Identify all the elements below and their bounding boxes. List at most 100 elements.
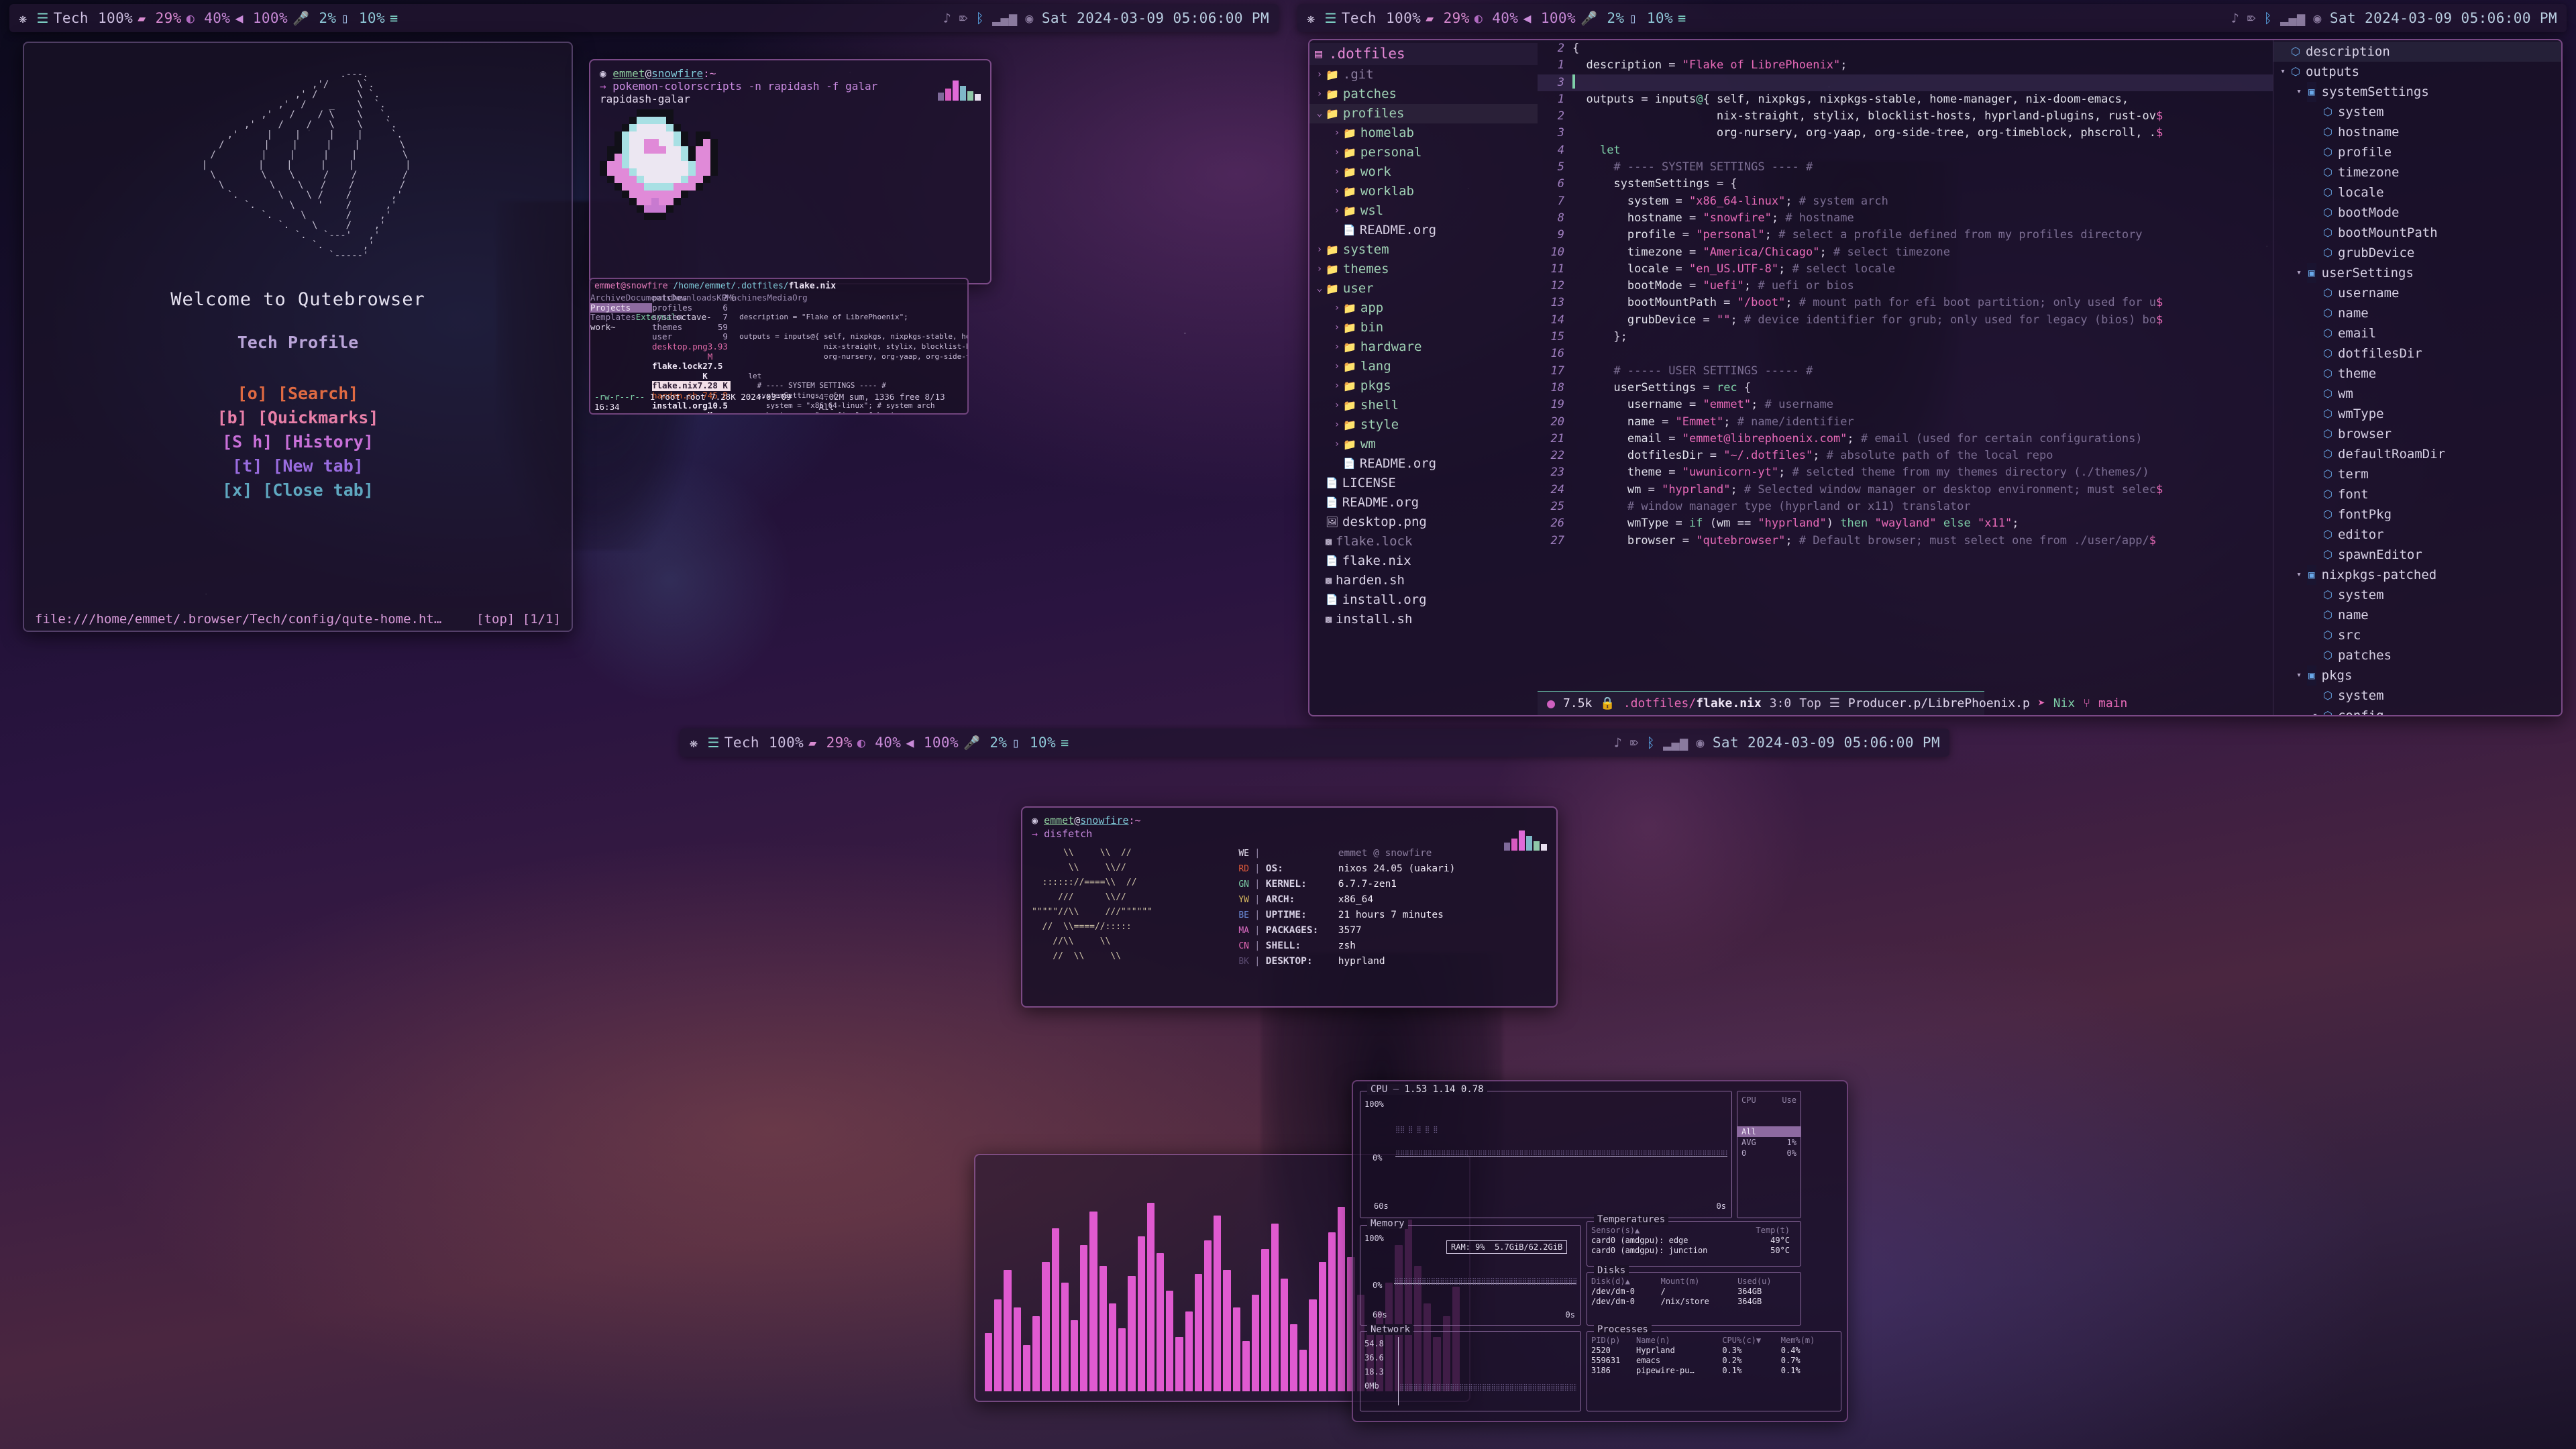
treemacs-row[interactable]: › 📁 homelab <box>1309 123 1538 143</box>
outline-row[interactable]: ⬡ font <box>2273 484 2561 504</box>
code-line[interactable]: 12 bootMode = "uefi"; # uefi or bios <box>1538 278 2273 294</box>
network-icon[interactable]: ▂▄▆ <box>1663 736 1688 749</box>
treemacs-row[interactable]: › 📁 hardware <box>1309 337 1538 357</box>
outline-row[interactable]: ⬡ timezone <box>2273 162 2561 182</box>
qutebrowser-window[interactable]: .---. ,'/ \`. ,' / \ `. ,' / _ \ `. ,' /… <box>23 42 573 632</box>
music-icon[interactable]: ♪ <box>2231 11 2239 25</box>
btop-temp-row[interactable]: card0 (amdgpu): edge 49°C <box>1591 1236 1792 1246</box>
outline-row[interactable]: ⬡ src <box>2273 625 2561 645</box>
qute-shortcut[interactable]: [t] [New tab] <box>217 454 379 478</box>
ranger-window[interactable]: emmet@snowfire /home/emmet/.dotfiles/fla… <box>589 278 969 415</box>
waybar-left[interactable]: ❋ ☰ Tech 100% ▰ 29% ◐ 40% ◀ 100% 🎤 2% ▯ 10% ≡ ♪… <box>9 4 1279 32</box>
network-icon[interactable]: ▂▄▆ <box>992 11 1017 25</box>
treemacs-row[interactable]: › 📁 bin <box>1309 318 1538 337</box>
outline-row[interactable]: ▾ ▣ systemSettings <box>2273 82 2561 102</box>
code-line[interactable]: 11 locale = "en_US.UTF-8"; # select loca… <box>1538 261 2273 278</box>
treemacs-row[interactable]: › 📁 app <box>1309 299 1538 318</box>
btop-disks-panel[interactable]: Disks Disk(d)▲ Mount(m) Used(u) /dev/dm-0/… <box>1587 1265 1801 1326</box>
btop-disk-row[interactable]: /dev/dm-0 / 364GB <box>1591 1287 1792 1297</box>
chevron-icon[interactable]: › <box>1331 201 1343 221</box>
treemacs-row[interactable]: 📄 README.org <box>1309 454 1538 474</box>
code-line[interactable]: 18 userSettings = rec { <box>1538 380 2273 396</box>
code-line[interactable]: 27 browser = "qutebrowser"; # Default br… <box>1538 533 2273 549</box>
chevron-icon[interactable]: ▾ <box>2276 62 2290 82</box>
chevron-icon[interactable]: › <box>1313 240 1326 260</box>
ranger-parent-item[interactable]: Templates <box>590 312 636 322</box>
treemacs-row[interactable]: ⌄ 📁 user <box>1309 279 1538 299</box>
code-line[interactable]: 13 bootMountPath = "/boot"; # mount path… <box>1538 294 2273 311</box>
treemacs-row[interactable]: › 📁 themes <box>1309 260 1538 279</box>
treemacs-row[interactable]: 🖼 desktop.png <box>1309 513 1538 532</box>
clock[interactable]: Sat 2024-03-09 05:06:00 PM <box>1042 10 1269 26</box>
hamburger-icon[interactable]: ≡ <box>1061 736 1069 749</box>
treemacs-row[interactable]: ▩ harden.sh <box>1309 571 1538 590</box>
hamburger-icon[interactable]: ≡ <box>390 11 398 25</box>
code-line[interactable]: 6 systemSettings = { <box>1538 176 2273 193</box>
chevron-icon[interactable]: › <box>1331 123 1343 143</box>
outline-row[interactable]: ⬡ username <box>2273 283 2561 303</box>
outline-row[interactable]: ⬡ locale <box>2273 182 2561 203</box>
code-line[interactable]: 4 let <box>1538 142 2273 159</box>
outline-row[interactable]: ⬡ term <box>2273 464 2561 484</box>
chevron-icon[interactable]: ▾ <box>2292 263 2306 283</box>
nix-snowflake-icon[interactable]: ❋ <box>19 11 27 25</box>
chevron-icon[interactable]: ▾ <box>2308 706 2322 715</box>
music-icon[interactable]: ♪ <box>1614 736 1622 749</box>
outline-row[interactable]: ⬡ hostname <box>2273 122 2561 142</box>
emacs-treemacs-sidebar[interactable]: ▤ .dotfiles › 📁 .git › 📁 patches ⌄ 📁 profiles › 📁 h… <box>1309 40 1538 715</box>
screenshare-off-icon[interactable]: ⌦ <box>1630 736 1638 749</box>
ranger-file-row[interactable]: patches 2 <box>652 292 731 303</box>
treemacs-row[interactable]: › 📁 worklab <box>1309 182 1538 201</box>
btop-cpu-legend-row[interactable]: AVG 1% <box>1737 1137 1801 1148</box>
btop-process-row[interactable]: 2520 Hyprland 0.3% 0.4% <box>1591 1346 1833 1356</box>
outline-row[interactable]: ⬡ wm <box>2273 384 2561 404</box>
nix-snowflake-icon[interactable]: ❋ <box>690 736 698 749</box>
treemacs-project-header[interactable]: ▤ .dotfiles <box>1309 43 1538 65</box>
code-line[interactable]: 25 # window manager type (hyprland or x1… <box>1538 498 2273 515</box>
outline-row[interactable]: ⬡ name <box>2273 605 2561 625</box>
chevron-icon[interactable]: ▾ <box>2292 82 2306 102</box>
code-line[interactable]: 14 grubDevice = ""; # device identifier … <box>1538 312 2273 329</box>
chevron-icon[interactable]: › <box>1331 357 1343 376</box>
chevron-icon[interactable]: ▾ <box>2292 665 2306 686</box>
treemacs-row[interactable]: › 📁 work <box>1309 162 1538 182</box>
chevron-icon[interactable]: › <box>1331 299 1343 318</box>
screenshare-off-icon[interactable]: ⌦ <box>2247 11 2255 25</box>
treemacs-row[interactable]: › 📁 personal <box>1309 143 1538 162</box>
outline-row[interactable]: ⬡ description <box>2273 42 2561 62</box>
outline-row[interactable]: ▾ ▣ nixpkgs-patched <box>2273 565 2561 585</box>
treemacs-row[interactable]: ▩ flake.lock <box>1309 532 1538 551</box>
workspace-label[interactable]: Tech <box>724 735 759 751</box>
outline-row[interactable]: ⬡ editor <box>2273 525 2561 545</box>
ranger-parent-item[interactable]: Projects <box>590 303 652 313</box>
nix-snowflake-icon[interactable]: ❋ <box>1307 11 1315 25</box>
btop-cpu-legend-row[interactable]: 0 0% <box>1737 1148 1801 1159</box>
btop-cpu-panel[interactable]: CPU — 1.53 1.14 0.78 100% 0% ⣿⣿⣿⣿⣿⣿⣿⣿⣿⣿⣿… <box>1360 1084 1732 1218</box>
code-line[interactable]: 19 username = "emmet"; # username <box>1538 396 2273 413</box>
btop-window[interactable]: CPU — 1.53 1.14 0.78 100% 0% ⣿⣿⣿⣿⣿⣿⣿⣿⣿⣿⣿… <box>1352 1080 1848 1422</box>
clock[interactable]: Sat 2024-03-09 05:06:00 PM <box>2330 10 2557 26</box>
workspace-label[interactable]: Tech <box>1342 10 1377 26</box>
outline-row[interactable]: ⬡ system <box>2273 686 2561 706</box>
chevron-icon[interactable]: › <box>1331 396 1343 415</box>
btop-processes-panel[interactable]: Processes PID(p) Name(n) CPU%(c)▼ Mem%(m… <box>1587 1324 1841 1411</box>
waybar-right[interactable]: ❋ ☰ Tech 100% ▰ 29% ◐ 40% ◀ 100% 🎤 2% ▯ 10% ≡ ♪… <box>1297 4 2567 32</box>
chevron-icon[interactable]: › <box>1313 260 1326 279</box>
ranger-file-row[interactable]: flake.nix 7.28 K <box>652 381 731 391</box>
chevron-icon[interactable]: › <box>1331 143 1343 162</box>
treemacs-row[interactable]: 📄 LICENSE <box>1309 474 1538 493</box>
treemacs-row[interactable]: 📄 install.org <box>1309 590 1538 610</box>
btop-process-row[interactable]: 559631 emacs 0.2% 0.7% <box>1591 1356 1833 1366</box>
btop-process-row[interactable]: 3186 pipewire-pu… 0.1% 0.1% <box>1591 1366 1833 1376</box>
clock[interactable]: Sat 2024-03-09 05:06:00 PM <box>1713 735 1940 751</box>
btop-temp-row[interactable]: card0 (amdgpu): junction 50°C <box>1591 1246 1792 1256</box>
outline-row[interactable]: ⬡ theme <box>2273 364 2561 384</box>
chevron-icon[interactable]: › <box>1331 182 1343 201</box>
treemacs-row[interactable]: ▩ install.sh <box>1309 610 1538 629</box>
network-icon[interactable]: ▂▄▆ <box>2280 11 2305 25</box>
microphone-icon[interactable]: 🎤 <box>292 11 309 25</box>
ranger-file-row[interactable]: desktop.png 3.93 M <box>652 341 731 362</box>
code-line[interactable]: 10 timezone = "America/Chicago"; # selec… <box>1538 244 2273 261</box>
outline-row[interactable]: ⬡ patches <box>2273 645 2561 665</box>
treemacs-row[interactable]: › 📁 lang <box>1309 357 1538 376</box>
